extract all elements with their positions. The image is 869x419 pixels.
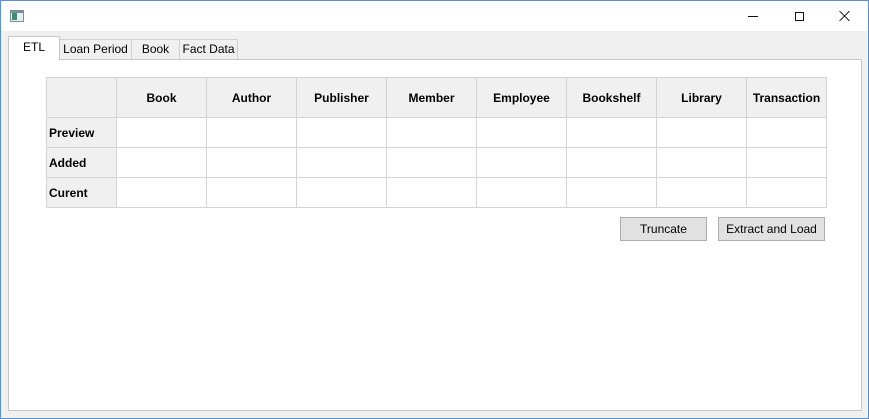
- grid-corner-header[interactable]: [46, 77, 117, 118]
- grid-cell[interactable]: [116, 117, 207, 148]
- column-header-publisher[interactable]: Publisher: [296, 77, 387, 118]
- tab-loan-period[interactable]: Loan Period: [59, 39, 132, 59]
- grid-cell[interactable]: [206, 177, 297, 208]
- tab-etl[interactable]: ETL: [8, 36, 60, 60]
- grid-cell[interactable]: [206, 117, 297, 148]
- grid-row-added: Added: [46, 147, 827, 178]
- grid-cell[interactable]: [206, 147, 297, 178]
- grid-cell[interactable]: [566, 147, 657, 178]
- truncate-button[interactable]: Truncate: [620, 217, 707, 241]
- tab-fact-data[interactable]: Fact Data: [179, 39, 238, 59]
- grid-cell[interactable]: [476, 147, 567, 178]
- grid-cell[interactable]: [116, 147, 207, 178]
- app-window-icon: [10, 10, 24, 22]
- row-header-preview[interactable]: Preview: [46, 117, 117, 148]
- grid-cell[interactable]: [116, 177, 207, 208]
- close-icon: [839, 10, 851, 22]
- grid-header-row: Book Author Publisher Member Employee Bo…: [46, 77, 827, 118]
- client-area: ETL Loan Period Book Fact Data Book Auth…: [1, 31, 868, 418]
- grid-cell[interactable]: [656, 147, 747, 178]
- column-header-author[interactable]: Author: [206, 77, 297, 118]
- grid-cell[interactable]: [476, 177, 567, 208]
- grid-cell[interactable]: [746, 147, 827, 178]
- grid-cell[interactable]: [566, 177, 657, 208]
- minimize-icon: [748, 15, 758, 17]
- main-window: ETL Loan Period Book Fact Data Book Auth…: [0, 0, 869, 419]
- grid-cell[interactable]: [566, 117, 657, 148]
- grid-cell[interactable]: [746, 117, 827, 148]
- column-header-member[interactable]: Member: [386, 77, 477, 118]
- close-button[interactable]: [822, 1, 868, 31]
- etl-tab-page: Book Author Publisher Member Employee Bo…: [8, 59, 862, 411]
- grid-cell[interactable]: [386, 117, 477, 148]
- grid-cell[interactable]: [296, 117, 387, 148]
- tab-book[interactable]: Book: [131, 39, 180, 59]
- extract-and-load-button[interactable]: Extract and Load: [718, 217, 825, 241]
- column-header-bookshelf[interactable]: Bookshelf: [566, 77, 657, 118]
- grid-cell[interactable]: [476, 117, 567, 148]
- row-header-added[interactable]: Added: [46, 147, 117, 178]
- grid-row-curent: Curent: [46, 177, 827, 208]
- grid-cell[interactable]: [656, 177, 747, 208]
- grid-cell[interactable]: [386, 177, 477, 208]
- minimize-button[interactable]: [730, 1, 776, 31]
- grid-row-preview: Preview: [46, 117, 827, 148]
- grid-cell[interactable]: [386, 147, 477, 178]
- title-bar[interactable]: [1, 1, 868, 31]
- column-header-transaction[interactable]: Transaction: [746, 77, 827, 118]
- maximize-icon: [794, 11, 804, 21]
- grid-cell[interactable]: [746, 177, 827, 208]
- column-header-employee[interactable]: Employee: [476, 77, 567, 118]
- etl-status-grid: Book Author Publisher Member Employee Bo…: [46, 77, 827, 208]
- grid-cell[interactable]: [656, 117, 747, 148]
- maximize-button[interactable]: [776, 1, 822, 31]
- grid-cell[interactable]: [296, 147, 387, 178]
- column-header-library[interactable]: Library: [656, 77, 747, 118]
- column-header-book[interactable]: Book: [116, 77, 207, 118]
- row-header-curent[interactable]: Curent: [46, 177, 117, 208]
- grid-cell[interactable]: [296, 177, 387, 208]
